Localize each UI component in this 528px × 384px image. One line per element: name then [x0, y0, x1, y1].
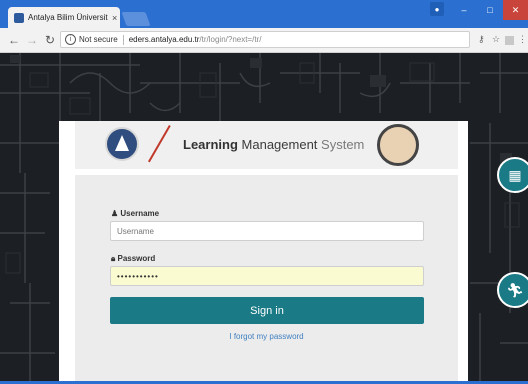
title-bar: Antalya Bilim Üniversitesi × ● – □ ✕ [0, 0, 528, 28]
user-icon: ♟ [111, 209, 119, 218]
close-window-button[interactable]: ✕ [503, 0, 528, 20]
minimize-button[interactable]: – [452, 0, 476, 20]
url-path: /tr/login/?next=/tr/ [199, 35, 262, 44]
reload-icon[interactable]: ↻ [42, 32, 58, 48]
password-label: 🔒︎ Password [111, 254, 155, 264]
url-text[interactable]: eders.antalya.edu.tr/tr/login/?next=/tr/ [129, 35, 262, 44]
tab-close-icon[interactable]: × [112, 13, 117, 23]
title-word-bold: Learning [183, 137, 238, 152]
browser-toolbar: ← → ↻ i Not secure eders.antalya.edu.tr/… [0, 28, 528, 53]
username-label: ♟ Username [111, 209, 159, 218]
university-logo [105, 127, 139, 161]
separator [122, 34, 124, 45]
calendar-icon[interactable]: ▦ [497, 157, 528, 193]
back-arrow-icon[interactable]: ← [6, 32, 22, 48]
login-card: Learning Management System ♟ Username 🔒︎… [59, 121, 468, 384]
profile-icon[interactable]: ● [430, 2, 444, 16]
title-word-light: System [321, 137, 365, 152]
mascot-image [377, 124, 419, 166]
new-tab-button[interactable] [121, 12, 151, 26]
tab-title: Antalya Bilim Üniversitesi [28, 13, 108, 22]
menu-icon[interactable]: ⋮ [518, 34, 527, 45]
url-host: eders.antalya.edu.tr [128, 35, 200, 44]
address-bar[interactable]: i Not secure eders.antalya.edu.tr/tr/log… [60, 31, 470, 48]
page-viewport: Learning Management System ♟ Username 🔒︎… [0, 53, 528, 384]
maximize-button[interactable]: □ [478, 0, 502, 20]
security-label[interactable]: Not secure [79, 35, 118, 44]
sign-in-button[interactable]: Sign in [110, 297, 424, 324]
password-label-text: Password [117, 254, 156, 263]
key-icon[interactable]: ⚷ [478, 34, 485, 45]
header-banner: Learning Management System [75, 121, 458, 169]
username-label-text: Username [120, 209, 160, 218]
info-icon[interactable]: i [65, 34, 76, 45]
system-title: Learning Management System [183, 137, 364, 152]
username-field[interactable] [110, 221, 424, 241]
running-person-icon[interactable]: 🏃︎ [497, 272, 528, 308]
forgot-password-link[interactable]: I forgot my password [75, 332, 458, 341]
title-word-mid: Management [241, 137, 318, 152]
browser-window: Antalya Bilim Üniversitesi × ● – □ ✕ ← →… [0, 0, 528, 384]
extension-icon[interactable] [505, 36, 514, 45]
divider-slash [148, 125, 171, 163]
forward-arrow-icon[interactable]: → [24, 32, 40, 48]
star-icon[interactable]: ☆ [492, 34, 500, 45]
password-field[interactable] [110, 266, 424, 286]
lock-icon: 🔒︎ [111, 254, 116, 263]
login-form: ♟ Username 🔒︎ Password Sign in I forgot … [75, 175, 458, 384]
browser-tab[interactable]: Antalya Bilim Üniversitesi × [8, 7, 120, 28]
favicon-icon [14, 12, 24, 23]
